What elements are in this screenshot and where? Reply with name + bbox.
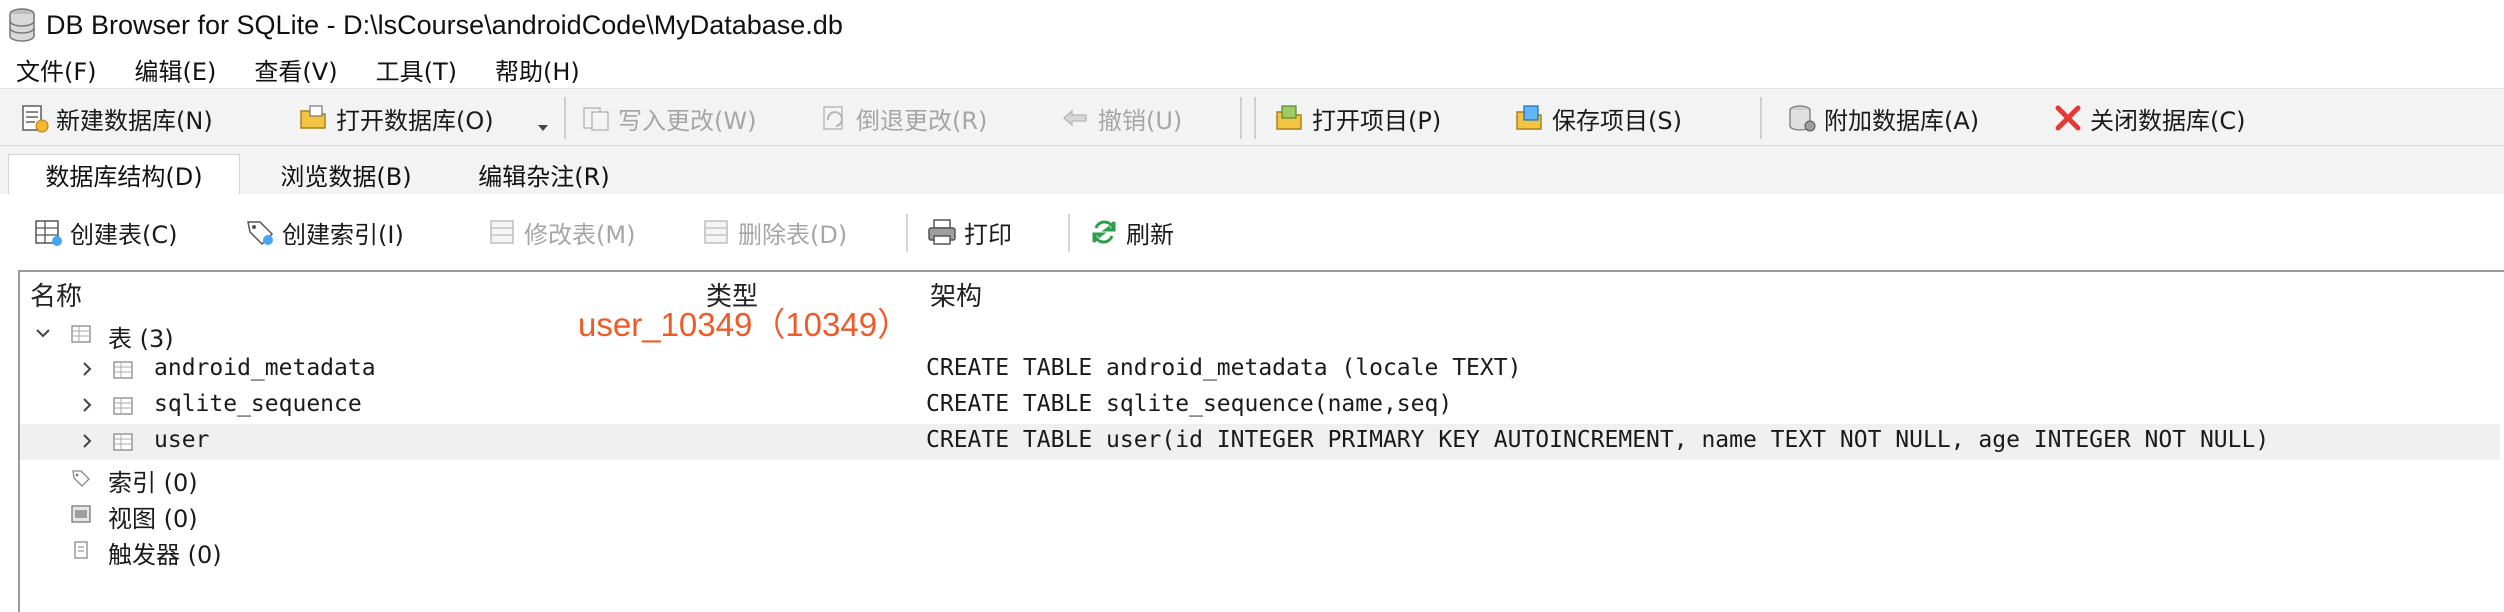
column-header-schema[interactable]: 架构 xyxy=(930,276,982,313)
toolbar-separator xyxy=(906,214,908,252)
close-database-label: 关闭数据库(C) xyxy=(2090,106,2246,135)
write-changes-label: 写入更改(W) xyxy=(618,106,757,135)
delete-table-label: 删除表(D) xyxy=(738,220,848,249)
undo-label: 撤销(U) xyxy=(1098,106,1183,135)
menu-bar: 文件(F) 编辑(E) 查看(V) 工具(T) 帮助(H) xyxy=(0,50,2504,88)
indices-group-label: 索引 (0) xyxy=(108,469,198,497)
tree-group-views[interactable]: 视图 (0) xyxy=(20,496,2500,533)
table-name: android_metadata xyxy=(154,355,376,381)
open-project-label: 打开项目(P) xyxy=(1312,106,1442,135)
delete-table-icon xyxy=(704,220,728,244)
table-icon xyxy=(113,397,133,415)
open-project-button[interactable]: 打开项目(P) xyxy=(1274,97,1441,139)
open-database-label: 打开数据库(O) xyxy=(336,106,494,135)
modify-table-label: 修改表(M) xyxy=(524,220,636,249)
revert-changes-icon xyxy=(823,106,843,130)
modify-table-button[interactable]: 修改表(M) xyxy=(486,212,635,252)
tab-browse-data[interactable]: 浏览数据(B) xyxy=(246,154,446,194)
delete-table-button[interactable]: 删除表(D) xyxy=(700,212,847,252)
create-index-button[interactable]: 创建索引(I) xyxy=(244,212,404,252)
title-bar: DB Browser for SQLite - D:\lsCourse\andr… xyxy=(0,0,2504,50)
printer-icon xyxy=(928,219,956,245)
save-project-label: 保存项目(S) xyxy=(1552,106,1682,135)
undo-icon xyxy=(1063,109,1087,127)
new-database-button[interactable]: 新建数据库(N) xyxy=(18,97,213,139)
new-database-label: 新建数据库(N) xyxy=(56,106,213,135)
window-title: DB Browser for SQLite - D:\lsCourse\andr… xyxy=(46,9,843,40)
schema-tree[interactable]: 名称 类型 架构 表 (3) android_metadata CREATE T… xyxy=(18,270,2504,612)
trigger-icon xyxy=(74,541,88,559)
column-header-name[interactable]: 名称 xyxy=(30,276,82,313)
chevron-right-icon[interactable] xyxy=(78,360,96,378)
tree-group-indices[interactable]: 索引 (0) xyxy=(20,460,2500,497)
menu-view[interactable]: 查看(V) xyxy=(254,52,337,87)
attach-database-label: 附加数据库(A) xyxy=(1824,106,1980,135)
write-changes-icon xyxy=(583,107,609,131)
toolbar-separator xyxy=(1240,97,1242,139)
open-database-button[interactable]: 打开数据库(O) xyxy=(298,97,494,139)
undo-button[interactable]: 撤销(U) xyxy=(1060,97,1182,139)
create-index-icon xyxy=(247,221,274,246)
open-database-icon xyxy=(300,105,326,129)
close-database-button[interactable]: 关闭数据库(C) xyxy=(2052,97,2245,139)
create-table-icon xyxy=(35,220,62,246)
database-app-icon xyxy=(9,8,35,42)
triggers-group-label: 触发器 (0) xyxy=(108,541,222,569)
revert-changes-label: 倒退更改(R) xyxy=(856,106,988,135)
menu-edit[interactable]: 编辑(E) xyxy=(135,52,217,87)
toolbar-separator xyxy=(1254,97,1256,139)
tree-group-tables[interactable]: 表 (3) xyxy=(20,316,2500,353)
table-schema: CREATE TABLE android_metadata (locale TE… xyxy=(926,355,1522,381)
user-id-overlay: user_10349（10349） xyxy=(578,306,911,343)
tree-row-table[interactable]: android_metadata CREATE TABLE android_me… xyxy=(20,352,2500,388)
chevron-down-icon[interactable] xyxy=(34,324,52,342)
close-icon xyxy=(2055,105,2081,131)
tab-bar: 数据库结构(D) 浏览数据(B) 编辑杂注(R) xyxy=(0,146,2504,194)
table-name: sqlite_sequence xyxy=(154,391,362,417)
open-database-dropdown-icon[interactable] xyxy=(536,119,550,135)
refresh-button[interactable]: 刷新 xyxy=(1088,212,1174,252)
menu-file[interactable]: 文件(F) xyxy=(16,52,97,87)
save-project-button[interactable]: 保存项目(S) xyxy=(1514,97,1682,139)
structure-toolbar: 创建表(C) 创建索引(I) 修改表(M) 删除表(D) 打印 刷新 xyxy=(0,194,2504,268)
revert-changes-button[interactable]: 倒退更改(R) xyxy=(818,97,987,139)
toolbar-separator xyxy=(1760,97,1762,139)
tables-group-label: 表 (3) xyxy=(108,325,174,353)
toolbar-separator xyxy=(564,97,566,139)
main-toolbar: 新建数据库(N) 打开数据库(O) 写入更改(W) 倒退更改(R) 撤销(U) xyxy=(0,88,2504,146)
create-table-label: 创建表(C) xyxy=(70,220,178,249)
table-schema: CREATE TABLE user(id INTEGER PRIMARY KEY… xyxy=(926,427,2270,453)
index-icon xyxy=(72,470,90,487)
print-label: 打印 xyxy=(964,220,1012,249)
table-name: user xyxy=(154,427,210,453)
views-group-label: 视图 (0) xyxy=(108,505,198,533)
tree-row-table[interactable]: user CREATE TABLE user(id INTEGER PRIMAR… xyxy=(20,424,2500,460)
print-button[interactable]: 打印 xyxy=(926,212,1012,252)
chevron-right-icon[interactable] xyxy=(78,396,96,414)
tab-database-structure[interactable]: 数据库结构(D) xyxy=(8,154,240,194)
toolbar-separator xyxy=(1068,214,1070,252)
table-icon xyxy=(113,361,133,379)
create-index-label: 创建索引(I) xyxy=(282,220,404,249)
attach-database-button[interactable]: 附加数据库(A) xyxy=(1786,97,1979,139)
table-schema: CREATE TABLE sqlite_sequence(name,seq) xyxy=(926,391,1453,417)
new-database-icon xyxy=(22,105,49,133)
table-icon xyxy=(113,433,133,451)
refresh-icon xyxy=(1092,220,1116,244)
attach-database-icon xyxy=(1789,105,1816,132)
write-changes-button[interactable]: 写入更改(W) xyxy=(580,97,756,139)
tree-row-table[interactable]: sqlite_sequence CREATE TABLE sqlite_sequ… xyxy=(20,388,2500,424)
tab-edit-pragmas[interactable]: 编辑杂注(R) xyxy=(454,154,634,194)
table-icon xyxy=(71,325,91,343)
view-icon xyxy=(71,505,91,523)
refresh-label: 刷新 xyxy=(1126,220,1174,249)
tree-group-triggers[interactable]: 触发器 (0) xyxy=(20,532,2500,569)
menu-help[interactable]: 帮助(H) xyxy=(495,52,580,87)
save-project-icon xyxy=(1516,105,1542,130)
menu-tools[interactable]: 工具(T) xyxy=(376,52,457,87)
create-table-button[interactable]: 创建表(C) xyxy=(32,212,177,252)
chevron-right-icon[interactable] xyxy=(78,432,96,450)
modify-table-icon xyxy=(490,220,514,244)
open-project-icon xyxy=(1276,105,1302,130)
